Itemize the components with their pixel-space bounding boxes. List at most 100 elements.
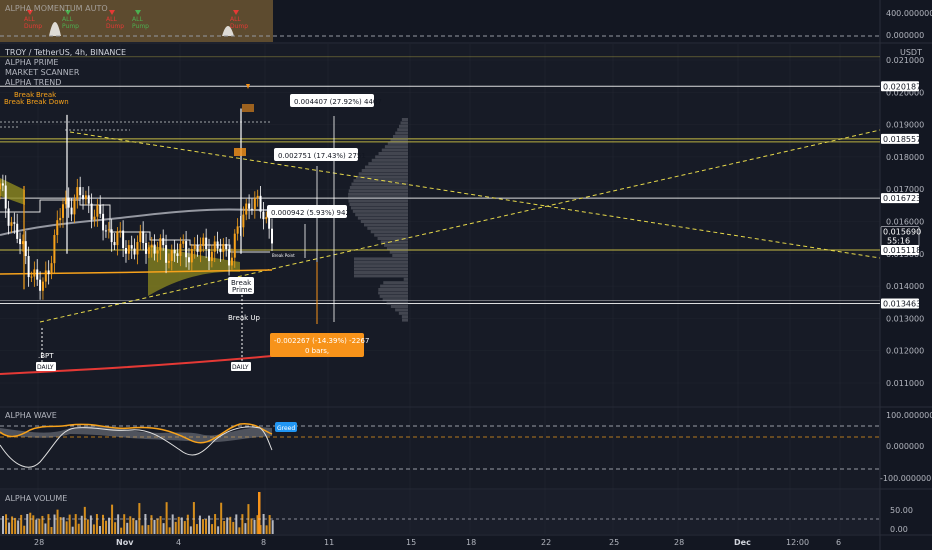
daily-tag-2: DAILY <box>231 362 251 371</box>
volume-profile-bar <box>398 124 408 128</box>
annotation-break-down: Break Break Down <box>4 98 69 106</box>
volume-profile-bar <box>383 243 408 247</box>
volume-bar <box>105 520 108 534</box>
volume-bar <box>189 526 192 534</box>
candle-body <box>170 249 173 261</box>
volume-bar <box>214 514 217 534</box>
candle-body <box>190 248 193 263</box>
candle-body <box>159 238 162 251</box>
candle-body <box>182 241 185 244</box>
wave-axis-label-3: -100.000000 <box>880 474 931 483</box>
momentum-marker-label: ALL <box>106 16 117 23</box>
main-panel-bg <box>0 44 880 406</box>
time-axis[interactable]: 28 Nov 4 8 11 15 18 22 25 28 Dec 12:00 6 <box>34 538 841 547</box>
candle-body <box>53 235 56 264</box>
volume-bar <box>56 509 59 534</box>
volume-bar <box>83 506 86 534</box>
candle-body <box>67 197 70 208</box>
candle-body <box>225 244 228 250</box>
stop-label[interactable]: -0.002267 (-14.39%) -2267 0 bars, <box>270 333 369 357</box>
volume-title[interactable]: ALPHA VOLUME <box>5 494 67 503</box>
candle-body <box>262 211 265 220</box>
time-tick-label: Dec <box>734 538 751 547</box>
candle-body <box>130 245 133 249</box>
candle-body <box>1 183 4 186</box>
volume-profile-bar <box>381 148 408 152</box>
candle-body <box>19 238 22 245</box>
wave-title[interactable]: ALPHA WAVE <box>5 411 57 420</box>
candle-body <box>250 208 253 210</box>
candle-body <box>82 195 85 200</box>
candle-body <box>59 217 62 221</box>
volume-bar <box>201 519 204 534</box>
indicator-market-scanner[interactable]: MARKET SCANNER <box>5 68 79 77</box>
volume-profile-bar <box>361 169 408 172</box>
time-tick-label: Nov <box>116 538 134 547</box>
wave-panel-bg <box>0 408 880 488</box>
momentum-marker-label: Pump <box>62 23 79 30</box>
candle-body <box>124 247 127 254</box>
volume-bar <box>165 502 168 534</box>
volume-profile-bar <box>350 206 408 210</box>
candle-body <box>268 217 271 229</box>
volume-profile-bar <box>400 121 408 125</box>
volume-profile-bar <box>397 128 408 132</box>
volume-bar <box>192 502 195 534</box>
candle-body <box>147 247 150 254</box>
volume-panel-bg <box>0 490 880 534</box>
volume-bar <box>177 516 180 534</box>
volume-bar <box>92 524 95 534</box>
volume-bar <box>186 514 189 534</box>
candle-body <box>193 245 196 249</box>
volume-bar <box>198 515 201 534</box>
candle-body <box>41 281 44 291</box>
candle-body <box>219 248 222 253</box>
symbol-title[interactable]: TROY / TetherUS, 4h, BINANCE <box>5 48 126 57</box>
candle-body <box>90 203 93 220</box>
volume-bar <box>53 514 56 534</box>
target-label-1[interactable]: 0.004407 (27.92%) 4407 <box>290 94 382 107</box>
volume-bar <box>123 514 126 534</box>
chart-svg[interactable]: ALLDumpALLPumpALLDumpALLPumpALLDump 400.… <box>0 0 932 550</box>
momentum-marker-label: ALL <box>62 16 73 23</box>
volume-profile-bar <box>351 182 408 186</box>
time-tick-label: 4 <box>176 538 181 547</box>
candle-body <box>205 237 208 250</box>
candle-body <box>7 208 10 226</box>
svg-text:0.000942 (5.93%) 942: 0.000942 (5.93%) 942 <box>271 209 350 217</box>
momentum-marker-label: ALL <box>24 16 35 23</box>
candle-body <box>44 270 47 282</box>
wave-axis-label-1: 100.000000 <box>886 411 932 420</box>
volume-bar <box>59 517 62 534</box>
target-label-2[interactable]: 0.002751 (17.43%) 2751 <box>274 148 366 161</box>
volume-bar <box>65 521 68 534</box>
volume-bar <box>89 515 92 534</box>
candle-body <box>179 243 182 256</box>
indicator-alpha-trend[interactable]: ALPHA TREND <box>5 78 61 87</box>
volume-bar <box>114 522 117 534</box>
candle-body <box>142 231 145 243</box>
target-label-3[interactable]: 0.000942 (5.93%) 942 <box>267 205 350 218</box>
volume-bar <box>147 525 150 534</box>
volume-profile-bar <box>354 274 408 278</box>
level-tag-text: 0.013463 <box>883 299 921 308</box>
candle-body <box>165 245 168 263</box>
volume-profile-bar <box>387 141 408 145</box>
candle-body <box>228 249 231 266</box>
candle-body <box>136 242 139 255</box>
candle-body <box>119 230 122 232</box>
volume-profile-bar <box>375 155 408 159</box>
candle-body <box>47 270 50 275</box>
volume-profile-bar <box>355 213 408 217</box>
indicator-alpha-prime[interactable]: ALPHA PRIME <box>5 58 58 67</box>
candle-body <box>199 245 202 252</box>
volume-bar <box>95 514 98 534</box>
volume-bar <box>232 521 235 534</box>
volume-profile-bar <box>392 254 408 257</box>
orange-box-marker <box>234 148 246 156</box>
momentum-marker-label: ALL <box>132 16 143 23</box>
candle-body <box>39 279 42 291</box>
volume-bar <box>47 514 50 534</box>
volume-bar <box>108 517 111 534</box>
volume-profile-bar <box>401 118 408 121</box>
